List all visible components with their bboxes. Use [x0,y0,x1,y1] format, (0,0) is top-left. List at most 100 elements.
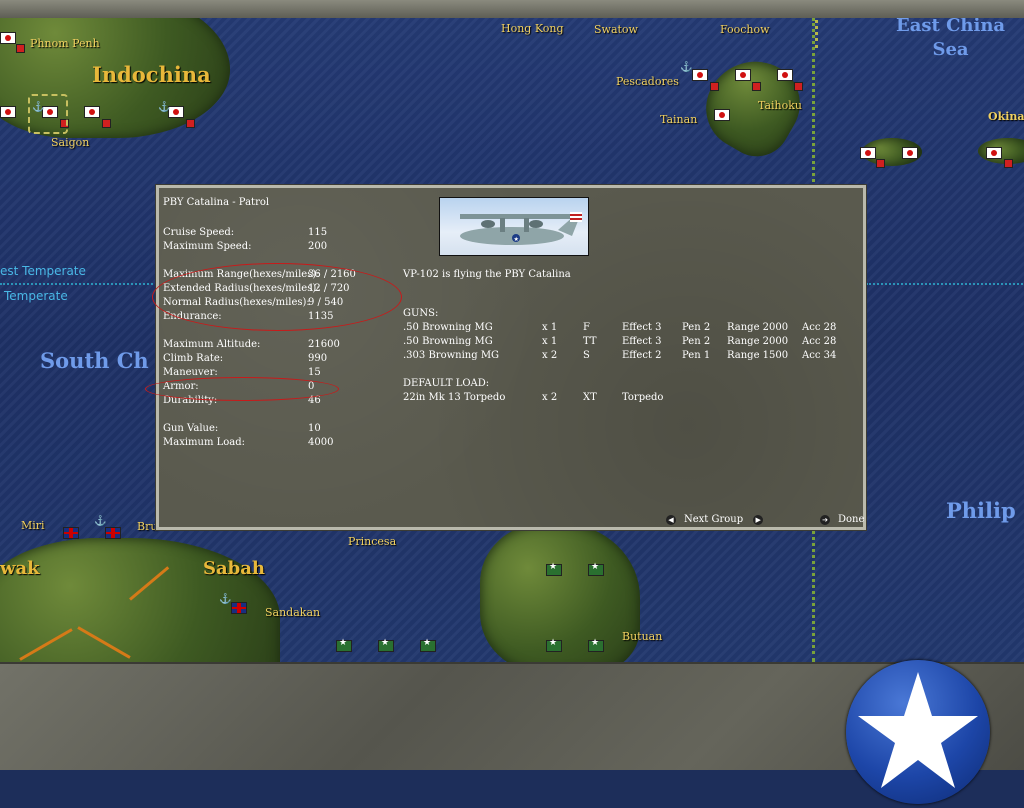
japanese-base-marker[interactable] [860,147,876,159]
japanese-air-unit-icon[interactable] [876,159,885,168]
squadron-text: VP-102 is flying the PBY Catalina [403,269,571,280]
gun-effect: Effect 2 [622,350,662,361]
place-label-phnom-penh: Phnom Penh [30,37,100,50]
gun-name: .50 Browning MG [403,322,493,333]
place-label-saigon: Saigon [51,136,90,149]
load-name: 22in Mk 13 Torpedo [403,392,506,403]
japanese-air-unit-icon[interactable] [16,44,25,53]
japanese-air-unit-icon[interactable] [1004,159,1013,168]
gun-pen: Pen 2 [682,336,711,347]
us-base-marker[interactable] [420,638,436,652]
next-group-label: Next Group [684,514,744,525]
stat-value: 990 [308,353,328,364]
anchor-icon: ⚓ [219,594,232,605]
place-label-pescadores: Pescadores [616,75,679,88]
place-label-taihoku: Taihoku [758,99,803,112]
next-group-button[interactable]: ◀ Next Group ▶ [666,514,764,525]
top-bar [0,0,1024,19]
japanese-base-marker[interactable] [777,69,793,81]
done-label: Done [838,514,865,525]
japanese-air-unit-icon[interactable] [186,119,195,128]
pby-catalina-plane-icon: ★ [460,212,582,245]
gun-name: .50 Browning MG [403,336,493,347]
gun-acc: Acc 28 [802,336,837,347]
anchor-icon: ⚓ [158,102,171,113]
japanese-base-marker[interactable] [692,69,708,81]
armor-annotation-ellipse [145,377,339,401]
gun-acc: Acc 28 [802,322,837,333]
aircraft-title: PBY Catalina - Patrol [163,197,270,208]
gun-range: Range 2000 [727,336,789,347]
load-facing: XT [583,392,597,403]
japanese-base-marker[interactable] [986,147,1002,159]
gun-range: Range 2000 [727,322,789,333]
region-label-sarawak: wak [0,558,40,579]
japanese-base-marker[interactable] [714,109,730,121]
japanese-base-marker[interactable] [84,106,100,118]
gun-facing: TT [583,336,597,347]
aircraft-info-panel: PBY Catalina - Patrol ★ Cruise Speed: 115… [145,184,867,531]
place-label-foochow: Foochow [720,23,770,36]
done-button[interactable]: ➔ Done [820,514,864,525]
stat-label: Climb Rate: [163,353,224,364]
star-icon [858,672,978,788]
japanese-air-unit-icon[interactable] [794,82,803,91]
region-label-sabah: Sabah [203,558,265,579]
territory-border-vertical [812,18,815,188]
gun-qty: x 1 [542,322,558,333]
weather-zone-label-temperate: Temperate [4,289,68,303]
place-label-tainan: Tainan [660,113,698,126]
place-label-miri: Miri [21,519,45,532]
aircraft-image: ★ [439,197,589,256]
guns-header: GUNS: [403,308,439,319]
range-annotation-ellipse [152,263,402,331]
stat-value: 200 [308,241,328,252]
gun-acc: Acc 34 [802,350,837,361]
us-base-marker[interactable] [588,562,604,576]
anchor-icon: ⚓ [680,62,693,73]
place-label-swatow: Swatow [594,23,638,36]
us-base-marker[interactable] [336,638,352,652]
us-star-emblem [846,660,990,804]
gun-facing: F [583,322,590,333]
stat-label: Cruise Speed: [163,227,235,238]
japanese-air-unit-icon[interactable] [102,119,111,128]
japanese-base-marker[interactable] [735,69,751,81]
stat-value: 15 [308,367,321,378]
weather-zone-label-west-temperate: est Temperate [0,264,86,278]
japanese-air-unit-icon[interactable] [710,82,719,91]
gun-effect: Effect 3 [622,336,662,347]
gun-effect: Effect 3 [622,322,662,333]
us-base-marker[interactable] [378,638,394,652]
us-base-marker[interactable] [546,562,562,576]
stat-label: Maximum Speed: [163,241,252,252]
prev-arrow-icon[interactable]: ◀ [666,514,676,525]
stat-label: Maximum Load: [163,437,246,448]
stat-value: 10 [308,423,321,434]
stat-label: Maximum Altitude: [163,339,261,350]
done-arrow-icon: ➔ [820,514,830,525]
region-label-east-china-sea: East China Sea [896,18,1006,60]
japanese-base-marker[interactable] [0,106,16,118]
us-base-marker[interactable] [546,638,562,652]
place-label-hong-kong: Hong Kong [501,22,564,35]
british-base-marker[interactable] [231,602,247,614]
stat-label: Gun Value: [163,423,219,434]
next-arrow-icon[interactable]: ▶ [753,514,764,525]
weather-zone-line-2 [866,283,1024,285]
territory-border-vertical-2 [812,530,815,662]
us-base-marker[interactable] [588,638,604,652]
place-label-brunei: Bru [137,520,158,533]
british-base-marker[interactable] [105,527,121,539]
japanese-base-marker[interactable] [0,32,16,44]
stat-value: 21600 [308,339,340,350]
japanese-air-unit-icon[interactable] [752,82,761,91]
gun-range: Range 1500 [727,350,789,361]
gun-qty: x 1 [542,336,558,347]
stat-value: 115 [308,227,328,238]
load-type: Torpedo [622,392,664,403]
svg-text:★: ★ [514,236,519,243]
japanese-base-marker[interactable] [902,147,918,159]
gun-facing: S [583,350,590,361]
british-base-marker[interactable] [63,527,79,539]
